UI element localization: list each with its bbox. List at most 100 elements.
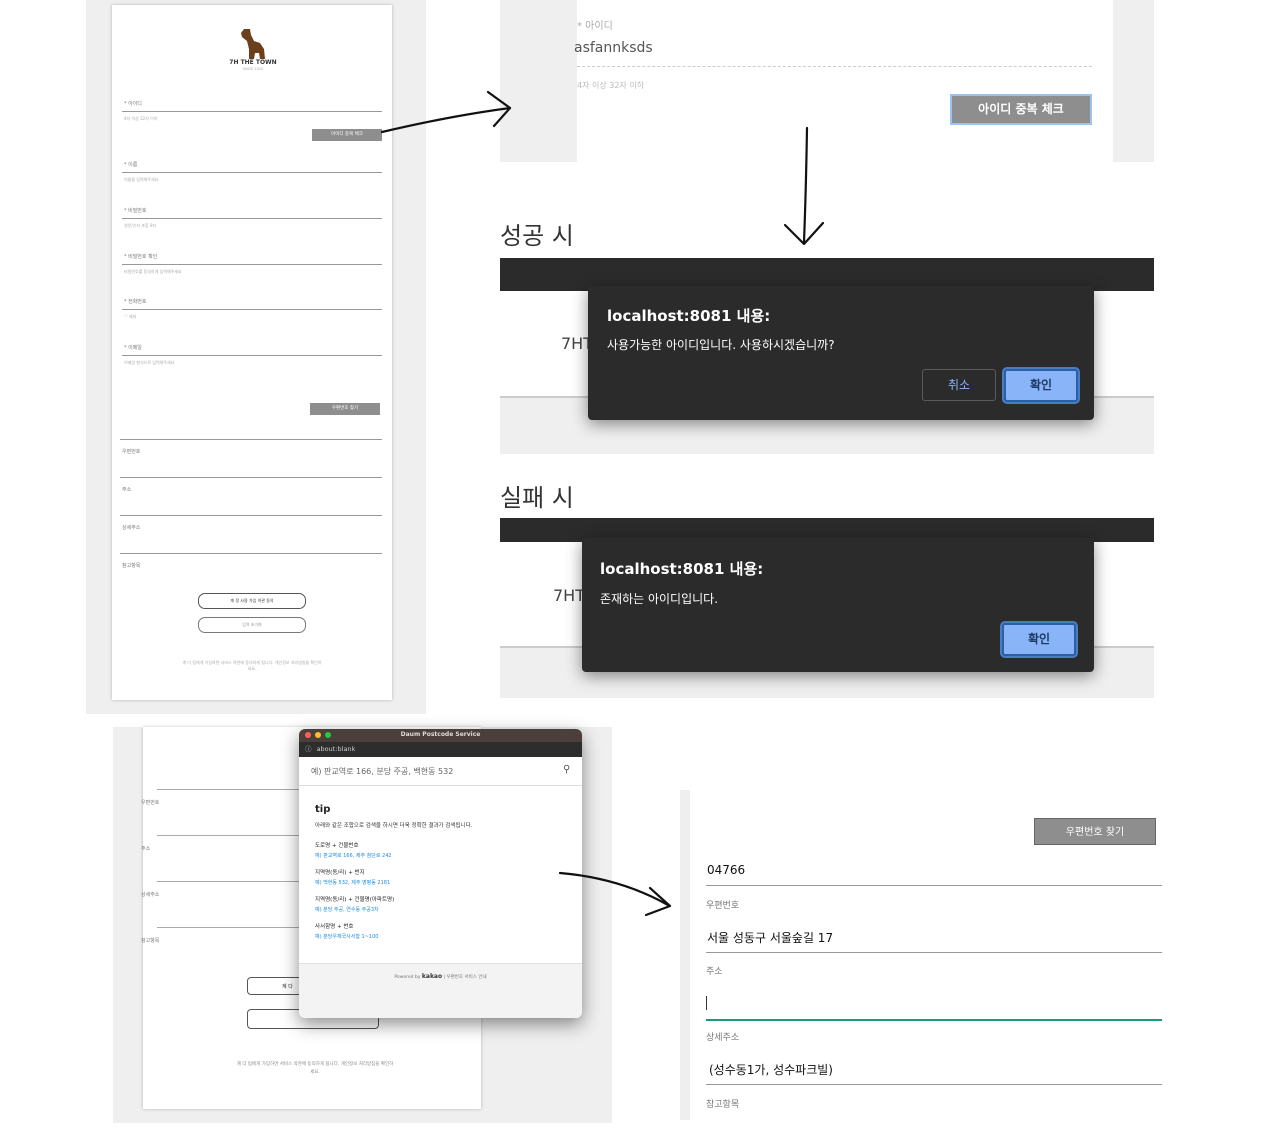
signup-field-label: * 이름 [124, 162, 138, 168]
signup-field-input[interactable] [122, 355, 382, 356]
signup-field-input[interactable] [122, 172, 382, 173]
signup-field-hint: 이름을 입력해주세요 [124, 177, 159, 182]
reset-button-mini[interactable]: 입력 초기화 [198, 617, 306, 633]
id-zoom-hint: 4자 이상 32자 이하 [577, 81, 645, 90]
tip-item-title: 도로명 + 건물번호 [315, 843, 359, 849]
tip-title: tip [315, 804, 331, 815]
kakao-logo: kakao [421, 973, 443, 980]
dog-logo-icon [241, 29, 265, 59]
postcode-bg-label: 상세주소 [141, 892, 160, 898]
signup-address-input[interactable] [120, 477, 382, 478]
failure-bg-text: 7HT [553, 586, 585, 605]
arrow-popup-to-result-head [644, 886, 672, 917]
postcode-bg-button-label: 계 다 [282, 984, 293, 990]
tip-item-example[interactable]: 예) 백현동 532, 제주 영평동 2181 [315, 879, 390, 886]
failure-ok-button[interactable]: 확인 [1002, 623, 1076, 656]
success-screenshot: 7HT localhost:8081 내용: 사용가능한 아이디입니다. 사용하… [500, 258, 1154, 454]
address-underline [706, 952, 1162, 953]
tip-description: 아래와 같은 조합으로 검색을 하시면 더욱 정확한 결과가 검색됩니다. [315, 823, 473, 829]
signup-field-label: * 전화번호 [124, 299, 147, 305]
signup-address-label: 우편번호 [122, 449, 141, 455]
signup-field-hint: '-' 제외 [124, 314, 137, 319]
id-zoom-screenshot: * 아이디 asfannksds 4자 이상 32자 이하 아이디 중복 체크 [500, 0, 1154, 162]
postcode-button-mini[interactable]: 우편번호 찾기 [310, 403, 380, 415]
tip-item-title: 지역명(동/리) + 건물명(아파트명) [315, 897, 395, 903]
signup-field-label: * 이메일 [124, 345, 142, 351]
signup-field-hint: 영문/숫자 포함 8자 [124, 223, 157, 228]
id-zoom-underline [577, 66, 1092, 67]
popup-window-title: Daum Postcode Service [400, 731, 481, 738]
signup-address-label: 상세주소 [122, 525, 141, 531]
extra-address-value[interactable]: (성수동1가, 성수파크빌) [709, 1061, 833, 1078]
tip-item-example[interactable]: 예) 판교역로 166, 제주 첨단로 242 [315, 852, 392, 859]
submit-button-mini[interactable]: 계 정 사용 가입 약관 동의 [198, 593, 306, 609]
signup-field-input[interactable] [122, 111, 382, 112]
success-heading: 성공 시 [500, 222, 574, 250]
logo-subtext: SINCE 2020 [242, 67, 264, 71]
popup-url[interactable]: about:blank [317, 745, 356, 753]
signup-field-input[interactable] [122, 309, 382, 310]
tip-item-example[interactable]: 예) 분당우체국사서함 1~100 [315, 933, 378, 940]
detail-address-input[interactable] [706, 990, 1162, 1021]
signup-footer: 계 다 팀에게 가입하면 서비스 약관에 동의하게 됩니다. 개인정보 처리방침… [182, 660, 322, 671]
postcode-find-button[interactable]: 우편번호 찾기 [1034, 818, 1156, 845]
id-check-button[interactable]: 아이디 중복 체크 [950, 94, 1092, 125]
search-icon[interactable]: ⚲ [563, 764, 570, 775]
id-zoom-value[interactable]: asfannksds [574, 40, 653, 56]
extra-address-label: 참고항목 [706, 1100, 740, 1110]
logo-text: 7H THE TOWN [229, 59, 277, 66]
success-dialog-message: 사용가능한 아이디입니다. 사용하시겠습니까? [607, 338, 835, 352]
success-cancel-button[interactable]: 취소 [922, 369, 996, 401]
failure-dialog: localhost:8081 내용: 존재하는 아이디입니다. 확인 [582, 538, 1094, 672]
signup-field-hint: 비밀번호를 동일하게 입력해주세요 [124, 269, 182, 274]
reset-button-label: 입력 초기화 [242, 622, 262, 627]
detail-address-label: 상세주소 [706, 1033, 740, 1043]
postcode-value[interactable]: 04766 [707, 863, 745, 877]
address-left-border [680, 790, 690, 1120]
signup-field-hint: 4자 이상 32자 이하 [124, 116, 158, 121]
postcode-service-link[interactable]: 우편번호 서비스 안내 [447, 975, 487, 980]
address-result-screenshot: 우편번호 찾기 04766 우편번호 서울 성동구 서울숲길 17 주소 상세주… [680, 790, 1180, 1120]
failure-dialog-message: 존재하는 아이디입니다. [600, 592, 719, 606]
postcode-bg-label: 주소 [141, 846, 151, 852]
address-value[interactable]: 서울 성동구 서울숲길 17 [707, 929, 833, 946]
powered-by-label: Powered by [394, 975, 421, 980]
id-zoom-label: * 아이디 [577, 21, 613, 32]
signup-address-input[interactable] [120, 515, 382, 516]
postcode-popup-window: Daum Postcode Service ⓘ about:blank 예) 판… [299, 729, 582, 1018]
success-dialog-title: localhost:8081 내용: [607, 307, 771, 325]
postcode-bg-label: 우편번호 [141, 800, 160, 806]
postcode-bg-footer: 계 다 팀에게 가입하면 서비스 약관에 동의하게 됩니다. 개인정보 처리방침… [236, 1062, 394, 1075]
signup-field-hint: 이메일 형식으로 입력해주세요 [124, 360, 175, 365]
tip-item-example[interactable]: 예) 분당 주공, 연수동 주공3차 [315, 906, 379, 913]
arrow-zoom-to-result-head [783, 221, 825, 246]
signup-form-card: 7H THE TOWN SINCE 2020 * 아이디 4자 이상 32자 이하… [112, 5, 392, 700]
success-dialog: localhost:8081 내용: 사용가능한 아이디입니다. 사용하시겠습니… [588, 286, 1094, 420]
success-ok-button[interactable]: 확인 [1004, 369, 1078, 402]
signup-field-input[interactable] [122, 218, 382, 219]
popup-titlebar: Daum Postcode Service [299, 729, 582, 742]
tip-item-title: 지역명(동/리) + 번지 [315, 870, 365, 876]
postcode-label: 우편번호 [706, 901, 740, 911]
address-label: 주소 [706, 967, 723, 977]
signup-field-label: * 아이디 [124, 101, 142, 107]
id-check-button-label: 아이디 중복 체크 [978, 102, 1064, 116]
popup-search-input[interactable]: 예) 판교역로 166, 분당 주공, 백현동 532 ⚲ [299, 757, 582, 786]
popup-addressbar: ⓘ about:blank [299, 742, 582, 757]
extra-underline [706, 1084, 1162, 1085]
postcode-underline [706, 885, 1162, 886]
signup-address-label: 참고항목 [122, 563, 141, 569]
signup-address-label: 주소 [122, 487, 132, 493]
text-cursor [706, 996, 707, 1010]
id-check-button-mini[interactable]: 아이디 중복 체크 [312, 129, 382, 141]
signup-field-label: * 비밀번호 [124, 208, 147, 214]
popup-footer-text: Powered by kakao | 우편번호 서비스 안내 [299, 973, 582, 980]
failure-dialog-title: localhost:8081 내용: [600, 560, 764, 578]
signup-address-input[interactable] [120, 439, 382, 440]
postcode-screenshot: 우편번호 주소 상세주소 참고항목 계 다 계 다 팀에게 가입하면 서비스 약관에 … [113, 727, 612, 1123]
failure-heading: 실패 시 [500, 484, 574, 512]
info-icon: ⓘ [305, 745, 312, 753]
signup-field-input[interactable] [122, 264, 382, 265]
id-zoom-card: * 아이디 asfannksds 4자 이상 32자 이하 아이디 중복 체크 [574, 0, 1113, 162]
signup-address-input[interactable] [120, 553, 382, 554]
